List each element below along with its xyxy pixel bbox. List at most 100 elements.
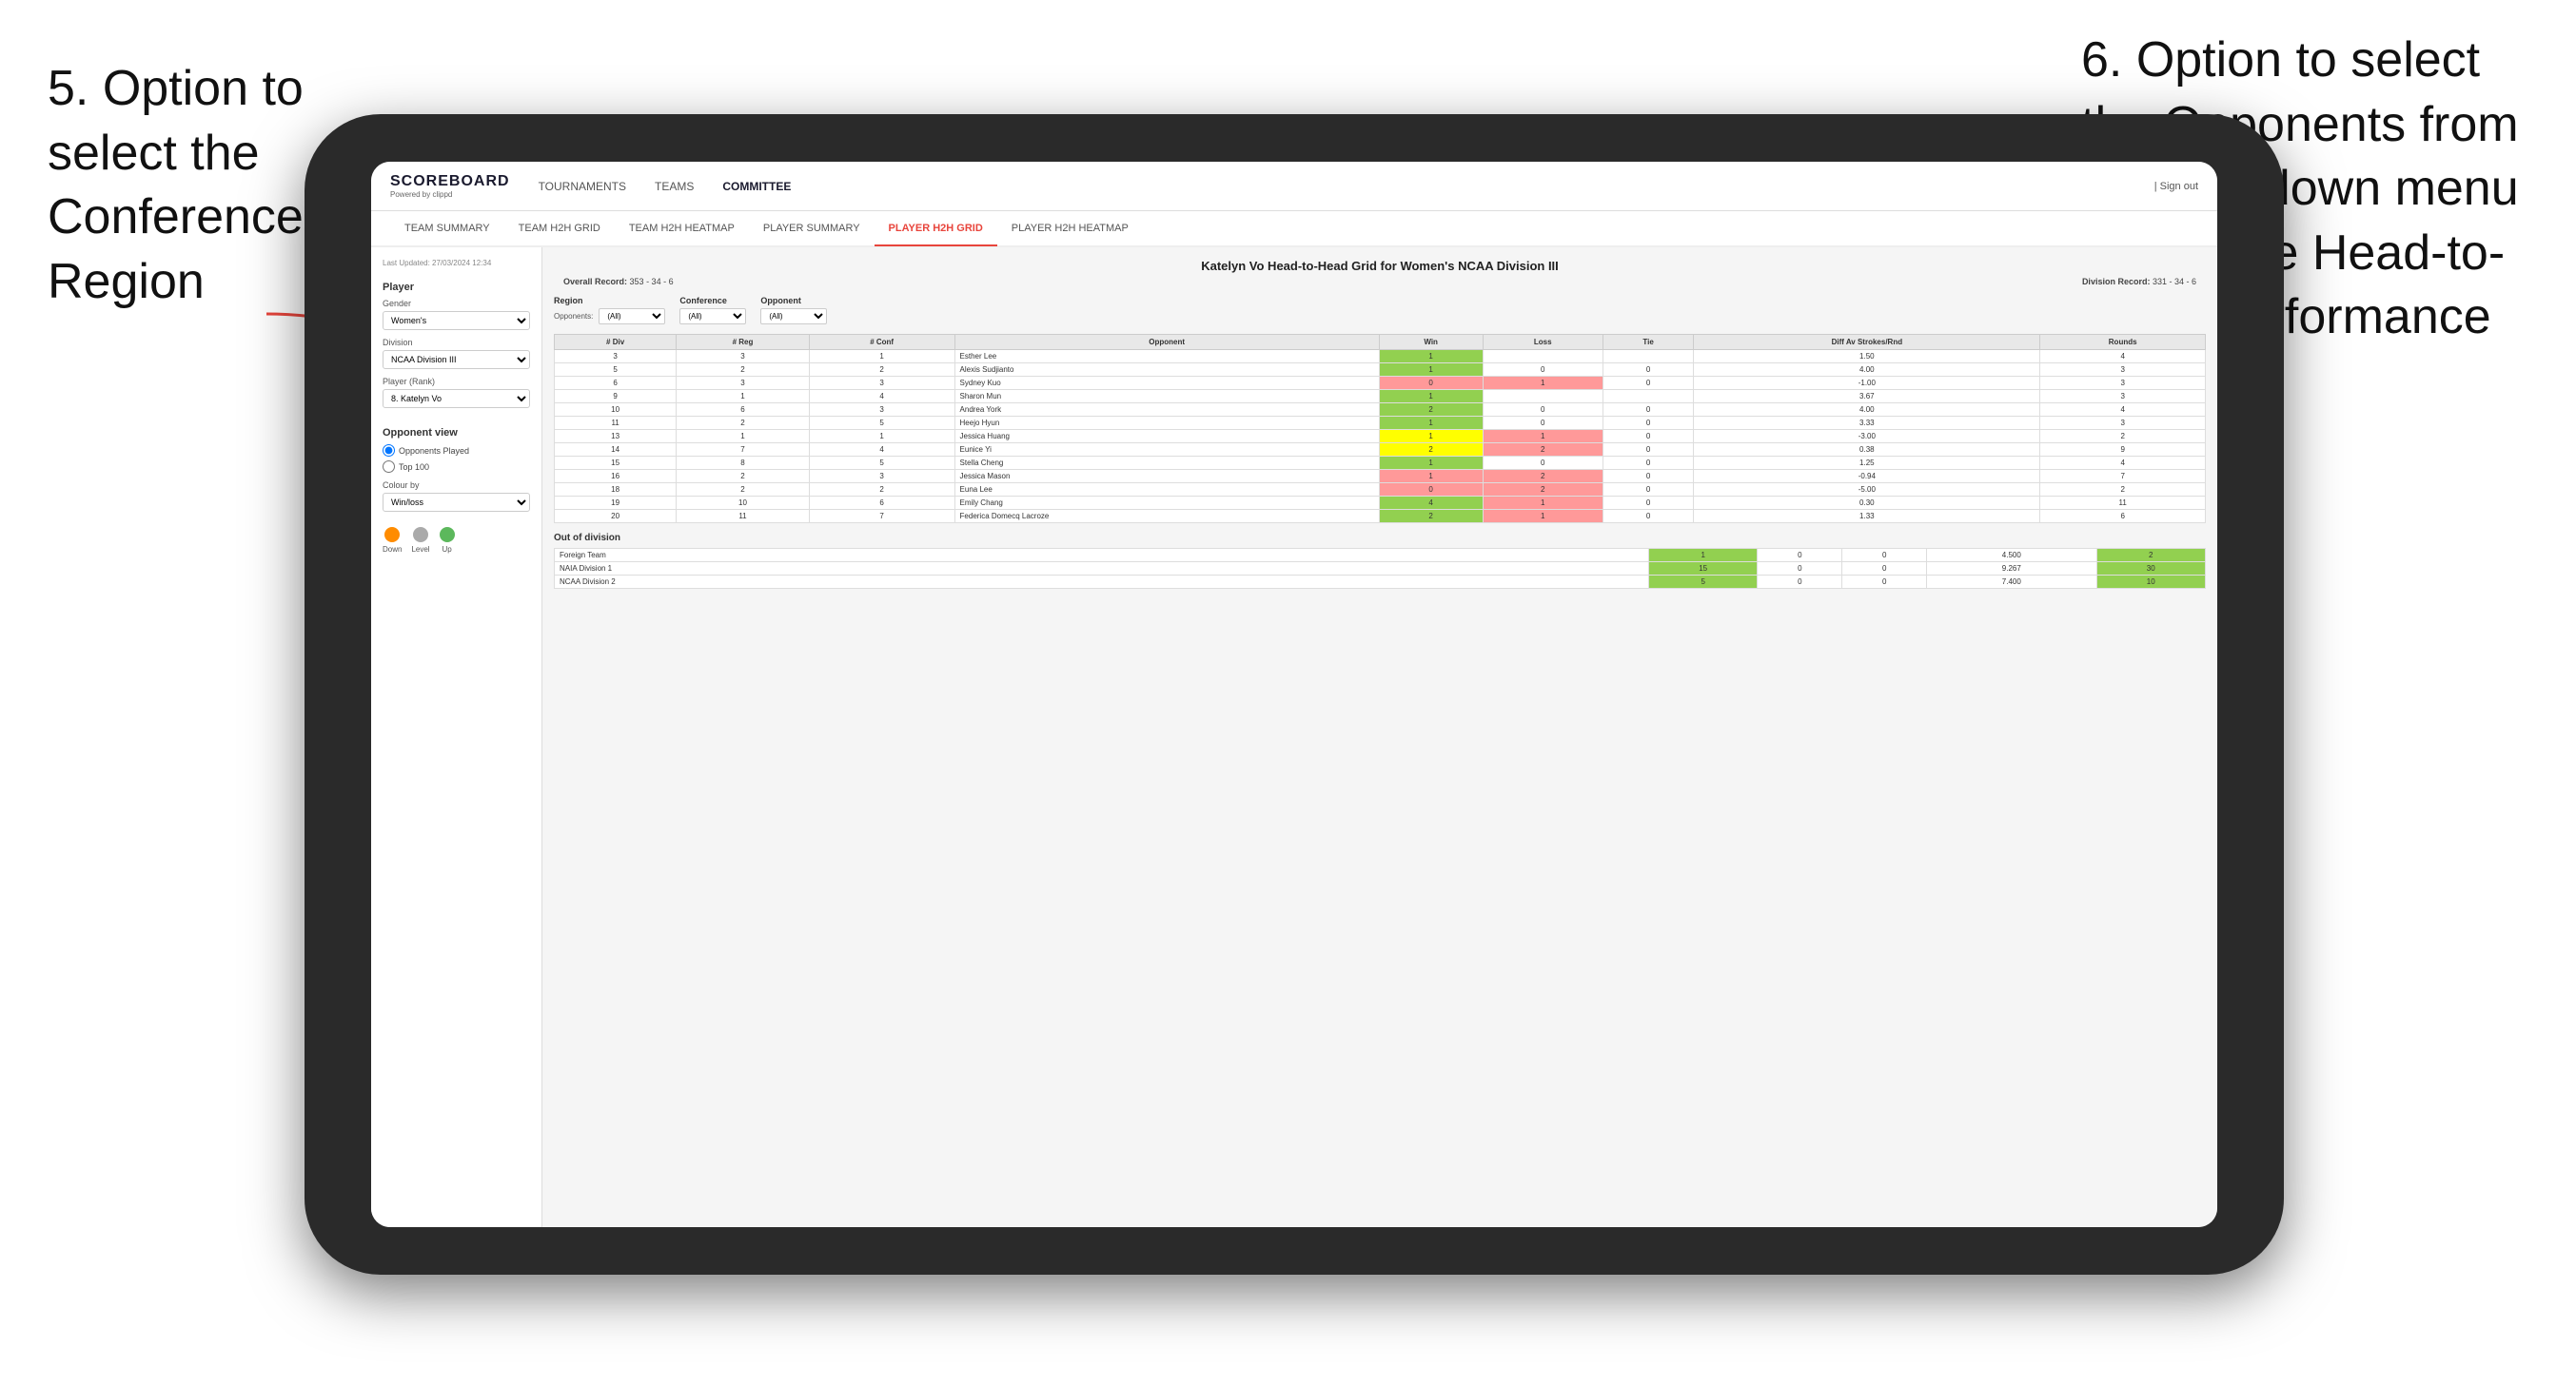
td-rounds: 3 bbox=[2040, 390, 2206, 403]
td-opponent: Heejo Hyun bbox=[954, 417, 1379, 430]
nav-sign-out[interactable]: | Sign out bbox=[2154, 181, 2198, 192]
th-rounds: Rounds bbox=[2040, 335, 2206, 350]
td-div: 5 bbox=[555, 363, 677, 377]
subnav-team-summary[interactable]: TEAM SUMMARY bbox=[390, 212, 504, 246]
td-tie: 0 bbox=[1603, 430, 1693, 443]
td-rounds: 9 bbox=[2040, 443, 2206, 457]
td-diff: 4.00 bbox=[1694, 403, 2040, 417]
td-diff: -5.00 bbox=[1694, 483, 2040, 497]
td-conf: 5 bbox=[809, 457, 954, 470]
division-select[interactable]: NCAA Division III bbox=[383, 350, 530, 369]
division-record: Division Record: 331 - 34 - 6 bbox=[2082, 277, 2196, 286]
td-loss: 0 bbox=[1483, 457, 1603, 470]
table-row: 15 8 5 Stella Cheng 1 0 0 1.25 4 bbox=[555, 457, 2206, 470]
filter-region-group: Region Opponents: (All) bbox=[554, 296, 665, 324]
opponent-select[interactable]: (All) bbox=[760, 308, 827, 324]
label-level: Level bbox=[411, 545, 429, 554]
td-conf: 2 bbox=[809, 363, 954, 377]
td-reg: 1 bbox=[677, 390, 810, 403]
radio-opponents-played[interactable]: Opponents Played bbox=[383, 444, 530, 457]
last-updated: Last Updated: 27/03/2024 12:34 bbox=[383, 259, 530, 267]
td-div: 9 bbox=[555, 390, 677, 403]
td-rounds: 4 bbox=[2040, 350, 2206, 363]
radio-top100[interactable]: Top 100 bbox=[383, 460, 530, 473]
table-header-row: # Div # Reg # Conf Opponent Win Loss Tie… bbox=[555, 335, 2206, 350]
td-reg: 3 bbox=[677, 350, 810, 363]
td-win: 0 bbox=[1379, 483, 1483, 497]
colour-indicators: Down Level Up bbox=[383, 527, 530, 554]
td-conf: 5 bbox=[809, 417, 954, 430]
subnav-player-h2h-grid[interactable]: PLAYER H2H GRID bbox=[875, 212, 997, 246]
td-tie: 0 bbox=[1603, 510, 1693, 523]
nav-tournaments[interactable]: TOURNAMENTS bbox=[539, 176, 626, 197]
td-diff: -3.00 bbox=[1694, 430, 2040, 443]
region-select[interactable]: (All) bbox=[599, 308, 665, 324]
td-loss: 0 bbox=[1483, 363, 1603, 377]
td-reg: 8 bbox=[677, 457, 810, 470]
td-tie: 0 bbox=[1603, 377, 1693, 390]
left-panel: Last Updated: 27/03/2024 12:34 Player Ge… bbox=[371, 247, 542, 1227]
td-loss: 1 bbox=[1483, 377, 1603, 390]
td-opponent: Stella Cheng bbox=[954, 457, 1379, 470]
page-title: Katelyn Vo Head-to-Head Grid for Women's… bbox=[554, 259, 2206, 273]
th-loss: Loss bbox=[1483, 335, 1603, 350]
td-ood-name: Foreign Team bbox=[555, 549, 1649, 562]
records-row: Overall Record: 353 - 34 - 6 Division Re… bbox=[554, 277, 2206, 286]
colour-by-select[interactable]: Win/loss bbox=[383, 493, 530, 512]
td-reg: 2 bbox=[677, 483, 810, 497]
tablet-screen: SCOREBOARD Powered by clippd TOURNAMENTS… bbox=[371, 162, 2217, 1227]
td-rounds: 3 bbox=[2040, 377, 2206, 390]
td-reg: 10 bbox=[677, 497, 810, 510]
td-loss: 0 bbox=[1483, 417, 1603, 430]
table-row: 16 2 3 Jessica Mason 1 2 0 -0.94 7 bbox=[555, 470, 2206, 483]
filter-opp-title: Opponent bbox=[760, 296, 827, 305]
subnav-team-h2h-heatmap[interactable]: TEAM H2H HEATMAP bbox=[615, 212, 749, 246]
td-tie: 0 bbox=[1603, 470, 1693, 483]
td-rounds: 2 bbox=[2040, 483, 2206, 497]
td-reg: 11 bbox=[677, 510, 810, 523]
td-ood-win: 5 bbox=[1648, 576, 1757, 589]
out-of-division-table: Foreign Team 1 0 0 4.500 2 NAIA Division… bbox=[554, 548, 2206, 589]
td-div: 14 bbox=[555, 443, 677, 457]
subnav-team-h2h-grid[interactable]: TEAM H2H GRID bbox=[504, 212, 615, 246]
td-div: 15 bbox=[555, 457, 677, 470]
th-tie: Tie bbox=[1603, 335, 1693, 350]
td-conf: 3 bbox=[809, 403, 954, 417]
td-diff: 1.50 bbox=[1694, 350, 2040, 363]
td-ood-diff: 9.267 bbox=[1927, 562, 2096, 576]
td-div: 16 bbox=[555, 470, 677, 483]
td-reg: 3 bbox=[677, 377, 810, 390]
conference-select[interactable]: (All) bbox=[679, 308, 746, 324]
subnav-player-summary[interactable]: PLAYER SUMMARY bbox=[749, 212, 875, 246]
filter-region-sub: Opponents: (All) bbox=[554, 308, 665, 324]
th-div: # Div bbox=[555, 335, 677, 350]
td-diff: 3.33 bbox=[1694, 417, 2040, 430]
td-ood-loss: 0 bbox=[1758, 549, 1842, 562]
table-row: 3 3 1 Esther Lee 1 1.50 4 bbox=[555, 350, 2206, 363]
td-win: 2 bbox=[1379, 510, 1483, 523]
td-rounds: 7 bbox=[2040, 470, 2206, 483]
table-row: 10 6 3 Andrea York 2 0 0 4.00 4 bbox=[555, 403, 2206, 417]
td-tie: 0 bbox=[1603, 403, 1693, 417]
td-rounds: 2 bbox=[2040, 430, 2206, 443]
nav-teams[interactable]: TEAMS bbox=[655, 176, 694, 197]
td-conf: 7 bbox=[809, 510, 954, 523]
subnav-player-h2h-heatmap[interactable]: PLAYER H2H HEATMAP bbox=[997, 212, 1143, 246]
dot-up bbox=[440, 527, 455, 542]
td-loss: 1 bbox=[1483, 430, 1603, 443]
nav-committee[interactable]: COMMITTEE bbox=[722, 176, 791, 197]
player-section-title: Player bbox=[383, 282, 530, 293]
td-ood-tie: 0 bbox=[1842, 549, 1927, 562]
table-row: 20 11 7 Federica Domecq Lacroze 2 1 0 1.… bbox=[555, 510, 2206, 523]
th-diff: Diff Av Strokes/Rnd bbox=[1694, 335, 2040, 350]
player-rank-select[interactable]: 8. Katelyn Vo bbox=[383, 389, 530, 408]
td-ood-name: NAIA Division 1 bbox=[555, 562, 1649, 576]
gender-select[interactable]: Women's bbox=[383, 311, 530, 330]
td-ood-rounds: 2 bbox=[2096, 549, 2205, 562]
colour-by-label: Colour by bbox=[383, 480, 530, 490]
player-rank-label: Player (Rank) bbox=[383, 377, 530, 386]
td-diff: -1.00 bbox=[1694, 377, 2040, 390]
td-ood-diff: 7.400 bbox=[1927, 576, 2096, 589]
table-row: 5 2 2 Alexis Sudjianto 1 0 0 4.00 3 bbox=[555, 363, 2206, 377]
td-reg: 6 bbox=[677, 403, 810, 417]
